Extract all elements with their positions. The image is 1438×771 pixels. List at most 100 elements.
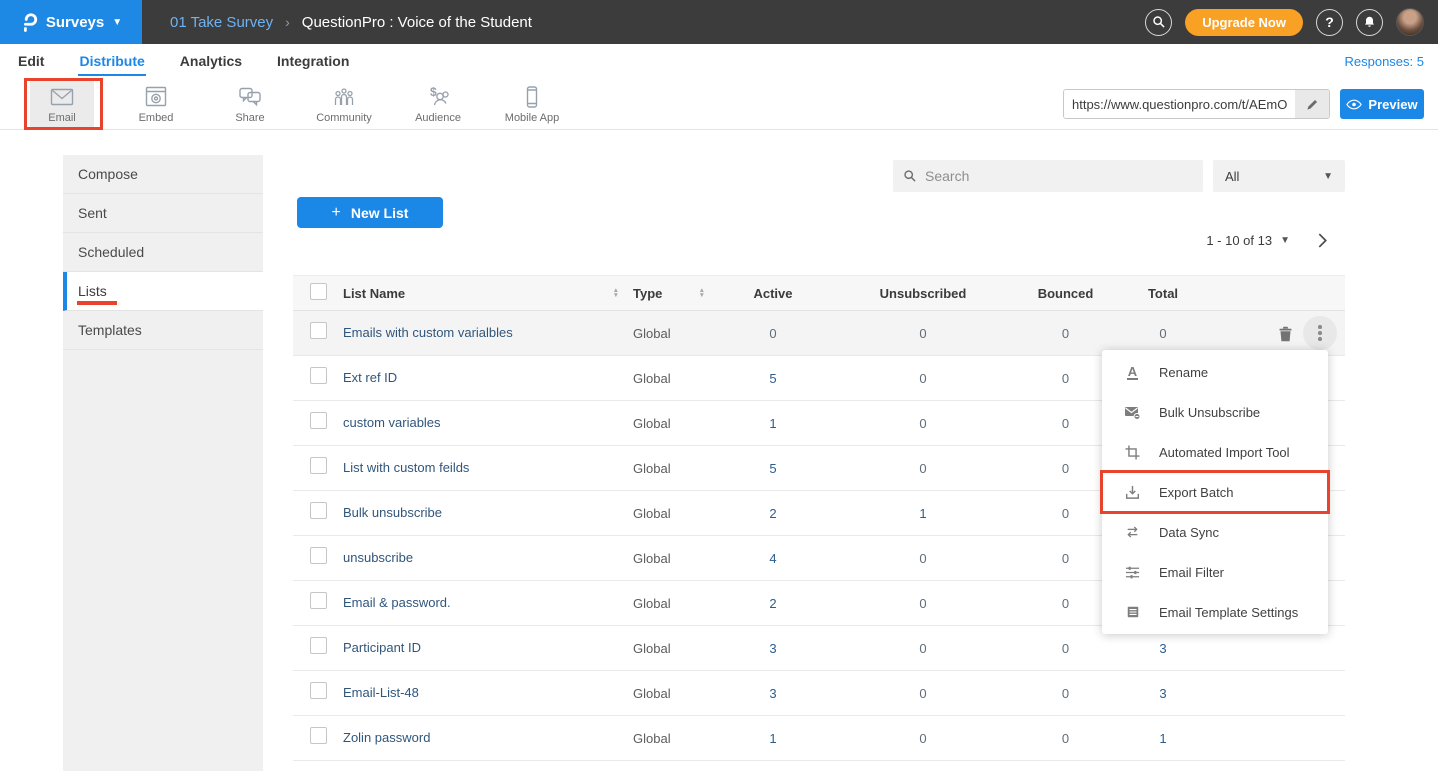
user-avatar[interactable] <box>1396 8 1424 36</box>
survey-url-input[interactable] <box>1064 90 1295 118</box>
product-switcher[interactable]: Surveys ▼ <box>0 0 142 44</box>
automated-import-tool-icon <box>1124 445 1141 460</box>
row-checkbox[interactable] <box>310 547 327 564</box>
unsubscribed-count[interactable]: 0 <box>833 416 1013 431</box>
toolbar-item-audience[interactable]: $ Audience <box>406 78 470 130</box>
sort-icon[interactable]: ▲▼ <box>613 288 619 298</box>
tab-distribute[interactable]: Distribute <box>78 47 145 76</box>
row-menu-button[interactable] <box>1303 316 1337 350</box>
new-list-button[interactable]: + New List <box>297 197 443 228</box>
row-checkbox[interactable] <box>310 457 327 474</box>
active-count[interactable]: 5 <box>713 461 833 476</box>
menu-item-automated-import-tool[interactable]: Automated Import Tool <box>1102 432 1328 472</box>
active-count[interactable]: 2 <box>713 596 833 611</box>
delete-list-button[interactable] <box>1278 324 1293 342</box>
next-page-button[interactable] <box>1318 233 1327 248</box>
unsubscribed-count[interactable]: 0 <box>833 596 1013 611</box>
active-count[interactable]: 2 <box>713 506 833 521</box>
sort-icon[interactable]: ▲▼ <box>699 288 705 298</box>
help-button[interactable]: ? <box>1316 9 1343 36</box>
unsubscribed-count[interactable]: 0 <box>833 641 1013 656</box>
edit-url-button[interactable] <box>1295 90 1329 118</box>
active-count[interactable]: 1 <box>713 416 833 431</box>
list-name-link[interactable]: custom variables <box>343 415 441 430</box>
tab-analytics[interactable]: Analytics <box>179 47 243 76</box>
page-range-dropdown[interactable]: 1 - 10 of 13 ▼ <box>1206 233 1290 248</box>
unsubscribed-count[interactable]: 0 <box>833 326 1013 341</box>
menu-item-email-filter[interactable]: Email Filter <box>1102 552 1328 592</box>
breadcrumb-survey-link[interactable]: 01 Take Survey <box>170 14 273 31</box>
total-count[interactable]: 3 <box>1118 641 1208 656</box>
total-count[interactable]: 1 <box>1118 731 1208 746</box>
column-header-unsubscribed[interactable]: Unsubscribed <box>833 286 1013 301</box>
preview-button[interactable]: Preview <box>1340 89 1424 119</box>
list-name-link[interactable]: Email & password. <box>343 595 451 610</box>
menu-item-rename[interactable]: A Rename <box>1102 352 1328 392</box>
bounced-count[interactable]: 0 <box>1013 641 1118 656</box>
sidebar-item-sent[interactable]: Sent <box>63 194 263 233</box>
bounced-count[interactable]: 0 <box>1013 686 1118 701</box>
unsubscribed-count[interactable]: 0 <box>833 686 1013 701</box>
sidebar-item-templates[interactable]: Templates <box>63 311 263 350</box>
active-count[interactable]: 4 <box>713 551 833 566</box>
list-name-link[interactable]: List with custom feilds <box>343 460 469 475</box>
search-input[interactable] <box>925 168 1193 184</box>
total-count[interactable]: 0 <box>1118 326 1208 341</box>
list-name-link[interactable]: Email-List-48 <box>343 685 419 700</box>
toolbar-item-community[interactable]: Community <box>312 78 376 130</box>
column-header-list-name[interactable]: List Name <box>343 286 405 301</box>
row-checkbox[interactable] <box>310 592 327 609</box>
list-name-link[interactable]: unsubscribe <box>343 550 413 565</box>
responses-count[interactable]: Responses: 5 <box>1345 54 1438 69</box>
toolbar-item-embed[interactable]: Embed <box>124 78 188 130</box>
unsubscribed-count[interactable]: 0 <box>833 371 1013 386</box>
column-header-type[interactable]: Type <box>633 286 662 301</box>
tab-integration[interactable]: Integration <box>276 47 350 76</box>
column-header-active[interactable]: Active <box>713 286 833 301</box>
menu-item-email-template-settings[interactable]: Email Template Settings <box>1102 592 1328 632</box>
active-count[interactable]: 1 <box>713 731 833 746</box>
tab-edit[interactable]: Edit <box>17 47 45 76</box>
bounced-count[interactable]: 0 <box>1013 326 1118 341</box>
toolbar-item-share[interactable]: Share <box>218 78 282 130</box>
toolbar-item-email[interactable]: Email <box>30 78 94 130</box>
unsubscribed-count[interactable]: 0 <box>833 461 1013 476</box>
row-checkbox[interactable] <box>310 367 327 384</box>
select-all-checkbox[interactable] <box>310 283 327 300</box>
table-row[interactable]: Email-List-48 Global 3 0 0 3 <box>293 671 1345 716</box>
list-name-link[interactable]: Zolin password <box>343 730 430 745</box>
sidebar-item-lists[interactable]: Lists <box>63 272 263 311</box>
row-checkbox[interactable] <box>310 322 327 339</box>
unsubscribed-count[interactable]: 0 <box>833 551 1013 566</box>
list-name-link[interactable]: Bulk unsubscribe <box>343 505 442 520</box>
row-checkbox[interactable] <box>310 727 327 744</box>
search-button[interactable] <box>1145 9 1172 36</box>
table-row[interactable]: Zolin password Global 1 0 0 1 <box>293 716 1345 761</box>
unsubscribed-count[interactable]: 1 <box>833 506 1013 521</box>
active-count[interactable]: 3 <box>713 641 833 656</box>
sidebar-item-scheduled[interactable]: Scheduled <box>63 233 263 272</box>
list-name-link[interactable]: Participant ID <box>343 640 421 655</box>
active-count[interactable]: 3 <box>713 686 833 701</box>
menu-item-bulk-unsubscribe[interactable]: Bulk Unsubscribe <box>1102 392 1328 432</box>
sidebar-item-compose[interactable]: Compose <box>63 155 263 194</box>
total-count[interactable]: 3 <box>1118 686 1208 701</box>
bounced-count[interactable]: 0 <box>1013 731 1118 746</box>
row-checkbox[interactable] <box>310 412 327 429</box>
upgrade-now-button[interactable]: Upgrade Now <box>1185 9 1303 36</box>
column-header-bounced[interactable]: Bounced <box>1013 286 1118 301</box>
row-checkbox[interactable] <box>310 682 327 699</box>
active-count[interactable]: 5 <box>713 371 833 386</box>
unsubscribed-count[interactable]: 0 <box>833 731 1013 746</box>
list-name-link[interactable]: Emails with custom varialbles <box>343 325 513 340</box>
row-checkbox[interactable] <box>310 637 327 654</box>
menu-item-export-batch[interactable]: Export Batch <box>1102 472 1328 512</box>
menu-item-data-sync[interactable]: Data Sync <box>1102 512 1328 552</box>
column-header-total[interactable]: Total <box>1118 286 1208 301</box>
notifications-button[interactable] <box>1356 9 1383 36</box>
list-filter-dropdown[interactable]: All ▼ <box>1213 160 1345 192</box>
row-checkbox[interactable] <box>310 502 327 519</box>
active-count[interactable]: 0 <box>713 326 833 341</box>
list-name-link[interactable]: Ext ref ID <box>343 370 397 385</box>
toolbar-item-mobile-app[interactable]: Mobile App <box>500 78 564 130</box>
